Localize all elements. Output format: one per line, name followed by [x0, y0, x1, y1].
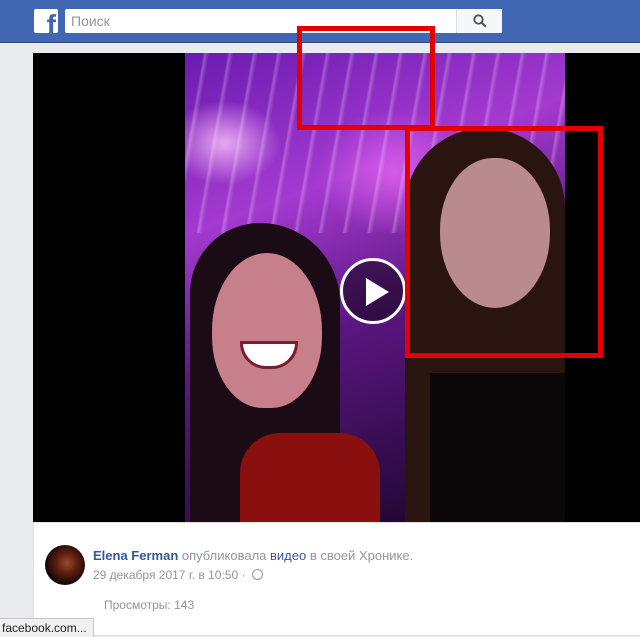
highlight-box-top: [297, 26, 435, 130]
facebook-logo-letter: f: [46, 9, 56, 34]
author-avatar[interactable]: [45, 545, 85, 585]
post-timestamp[interactable]: 29 декабря 2017 г. в 10:50: [93, 568, 238, 582]
divider: [33, 522, 640, 523]
search-button[interactable]: [456, 9, 502, 33]
view-count: Просмотры: 143: [104, 598, 195, 612]
browser-status-bar: facebook.com...: [0, 618, 94, 637]
search-box: [65, 9, 502, 33]
play-button[interactable]: [340, 258, 406, 324]
meta-separator: ·: [241, 568, 246, 582]
search-icon: [473, 14, 487, 28]
play-icon: [366, 278, 389, 306]
facebook-logo[interactable]: f: [34, 9, 58, 33]
location-text: в своей Хронике.: [309, 548, 414, 563]
globe-icon[interactable]: [251, 569, 263, 580]
post-header-line: Elena Ferman опубликовала видео в своей …: [93, 548, 413, 563]
action-text: опубликовала: [181, 548, 267, 563]
author-name-link[interactable]: Elena Ferman: [93, 548, 178, 563]
post-meta: 29 декабря 2017 г. в 10:50 ·: [93, 568, 263, 582]
highlight-box-face: [405, 126, 603, 358]
video-link[interactable]: видео: [270, 548, 306, 563]
